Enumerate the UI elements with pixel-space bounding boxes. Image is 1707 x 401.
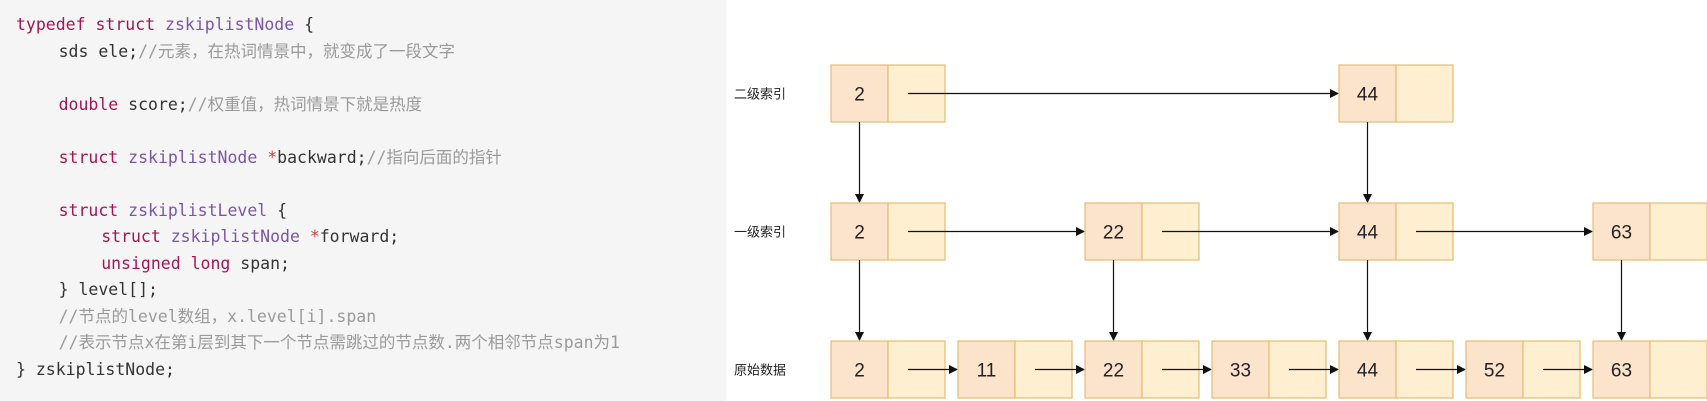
node-key-label: 44	[1357, 85, 1379, 106]
node-key-label: 2	[854, 361, 865, 382]
code-token: *	[309, 227, 320, 246]
code-token: //节点的level数组，x.level[i].span	[58, 306, 377, 326]
code-line: unsigned long span;	[101, 251, 290, 277]
code-token: //权重值，热词情景下就是热度	[187, 94, 423, 114]
node-key-label: 2	[854, 85, 865, 106]
code-line: //节点的level数组，x.level[i].span	[59, 304, 377, 330]
node-key-label: 22	[1103, 361, 1124, 382]
code-token: typedef	[16, 15, 86, 34]
code-token: zskiplistLevel	[128, 200, 268, 220]
node-key-label: 44	[1357, 361, 1379, 382]
code-line: } level[];	[59, 277, 158, 303]
node-key-label: 2	[854, 223, 865, 244]
node-pointer-cell	[1395, 64, 1454, 123]
code-token: zskiplistNode	[170, 227, 300, 246]
code-token: //元素，在热词情景中，就变成了一段文字	[138, 41, 455, 61]
code-token: {	[294, 15, 315, 34]
code-token: sds ele;	[58, 41, 139, 61]
code-token: //指向后面的指针	[366, 147, 502, 167]
code-token: struct	[95, 15, 156, 34]
code-line: typedef struct zskiplistNode {	[16, 12, 314, 38]
code-token: long	[190, 253, 231, 273]
code-token: forward;	[319, 227, 400, 246]
code-token: //表示节点x在第i层到其下一个节点需跳过的节点数.两个相邻节点span为1	[58, 333, 620, 352]
level-label: 原始数据	[734, 364, 786, 379]
code-token: backward;	[277, 147, 367, 167]
level-label: 二级索引	[734, 88, 786, 103]
code-token: } zskiplistNode;	[16, 359, 175, 379]
node-key-label: 63	[1611, 361, 1632, 382]
code-token: struct	[58, 200, 119, 220]
skiplist-diagram: 二级索引 2 44一级索引 2 22 44 63原始数据 2 11 22 33 44 52 63	[734, 64, 1707, 399]
node-key-label: 52	[1484, 361, 1505, 382]
code-token: struct	[101, 227, 161, 246]
node-pointer-cell	[1649, 202, 1707, 261]
code-line: struct zskiplistNode *forward;	[101, 224, 399, 250]
code-token: score;	[118, 94, 188, 114]
code-line: struct zskiplistNode *backward;//指向后面的指针	[59, 145, 502, 171]
code-token: {	[267, 200, 288, 220]
code-line: sds ele;//元素，在热词情景中，就变成了一段文字	[59, 39, 455, 65]
code-line: //表示节点x在第i层到其下一个节点需跳过的节点数.两个相邻节点span为1	[59, 330, 620, 356]
code-line: struct zskiplistLevel {	[59, 198, 288, 224]
code-token: zskiplistNode	[128, 147, 258, 167]
node-key-label: 44	[1357, 223, 1379, 244]
code-token: span;	[230, 253, 290, 273]
code-panel: typedef struct zskiplistNode {sds ele;//…	[0, 0, 726, 401]
code-token: unsigned	[101, 253, 181, 273]
node-key-label: 63	[1611, 223, 1632, 244]
level-label: 一级索引	[734, 226, 786, 241]
code-token: *	[267, 147, 278, 167]
code-line: double score;//权重值，热词情景下就是热度	[59, 92, 423, 118]
code-token: } level[];	[58, 280, 158, 299]
code-line: } zskiplistNode;	[16, 357, 175, 383]
code-token: zskiplistNode	[165, 15, 295, 34]
node-key-label: 33	[1230, 361, 1251, 382]
code-token: double	[58, 94, 119, 114]
node-key-label: 11	[977, 361, 997, 382]
code-token: struct	[58, 147, 119, 167]
node-pointer-cell	[1649, 340, 1707, 399]
node-key-label: 22	[1103, 223, 1124, 244]
